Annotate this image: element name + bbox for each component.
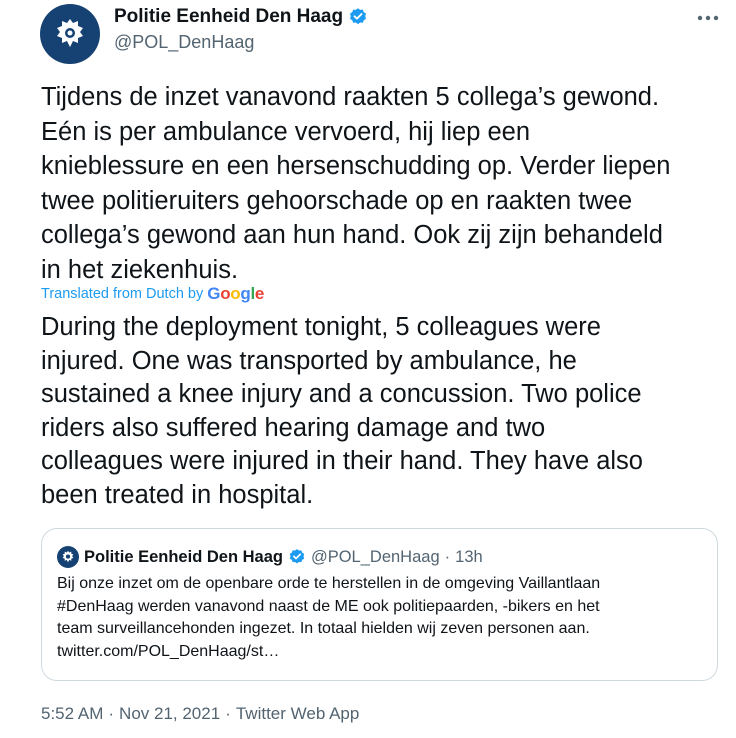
verified-badge-icon (289, 549, 305, 564)
author-avatar[interactable] (40, 4, 100, 64)
tweet-date[interactable]: Nov 21, 2021 (119, 704, 220, 724)
quoted-tweet-header: Politie Eenheid Den Haag @POL_DenHaag · … (57, 546, 483, 568)
author-name[interactable]: Politie Eenheid Den Haag (114, 6, 343, 28)
quoted-timestamp: 13h (455, 547, 483, 566)
translation-attribution[interactable]: Translated from Dutch by Google (41, 284, 264, 304)
tweet-translation: During the deployment tonight, 5 colleag… (41, 313, 643, 509)
tweet-metadata: 5:52 AM · Nov 21, 2021 · Twitter Web App (41, 704, 359, 724)
author-handle[interactable]: @POL_DenHaag (114, 32, 254, 53)
quoted-author-name: Politie Eenheid Den Haag (84, 547, 283, 566)
quoted-tweet-text: Bij onze inzet om de openbare orde te he… (57, 575, 601, 660)
google-logo: Google (207, 284, 265, 303)
verified-badge-icon (350, 8, 367, 25)
translated-label[interactable]: Translated from Dutch by (41, 286, 203, 302)
more-options-button[interactable] (693, 8, 723, 28)
quoted-separator: · (444, 547, 451, 566)
police-badge-icon (57, 19, 83, 47)
quoted-author-avatar (57, 546, 79, 568)
meta-separator: · (225, 704, 231, 723)
tweet-time[interactable]: 5:52 AM (41, 704, 103, 724)
more-horizontal-icon (697, 15, 719, 21)
police-badge-icon (62, 550, 74, 563)
meta-separator: · (108, 704, 115, 723)
tweet-source: Twitter Web App (235, 704, 360, 723)
tweet-text: Tijdens de inzet vanavond raakten 5 coll… (41, 83, 671, 284)
quoted-tweet[interactable]: Politie Eenheid Den Haag @POL_DenHaag · … (41, 528, 718, 681)
quoted-author-handle: @POL_DenHaag (310, 547, 440, 566)
author-name-row[interactable]: Politie Eenheid Den Haag (114, 6, 368, 28)
